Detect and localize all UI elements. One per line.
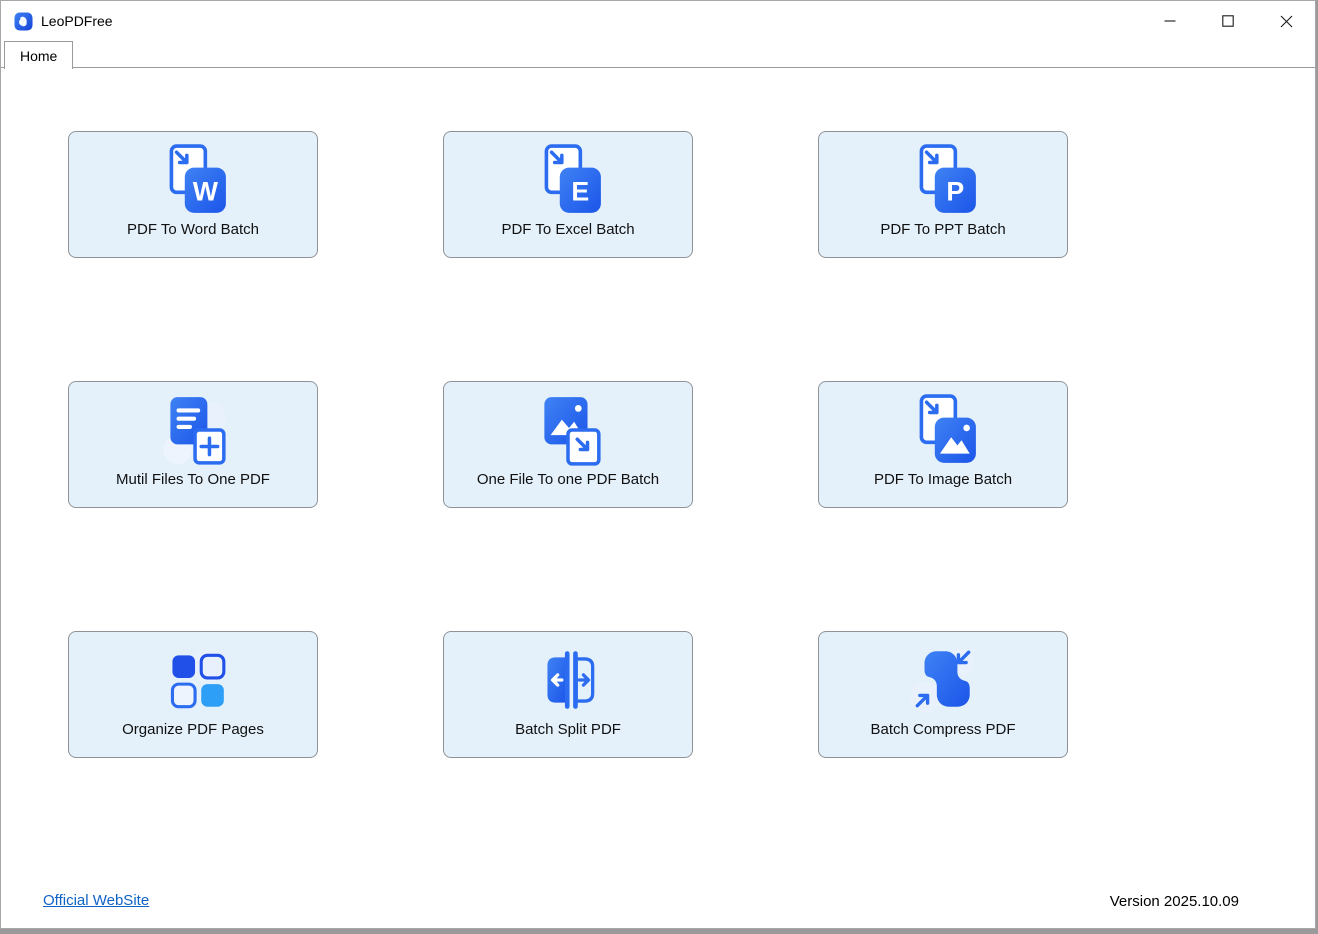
app-window: LeoPDFree Home W PDF To Word Batch E PDF… <box>0 0 1316 929</box>
maximize-button[interactable] <box>1199 1 1257 41</box>
minimize-button[interactable] <box>1141 1 1199 41</box>
svg-text:E: E <box>571 177 589 207</box>
card-label: Organize PDF Pages <box>122 721 264 738</box>
close-icon <box>1280 15 1292 27</box>
card-label: PDF To Excel Batch <box>501 221 635 238</box>
card-label: Mutil Files To One PDF <box>116 471 270 488</box>
card-organize-pdf-pages[interactable]: Organize PDF Pages <box>68 631 318 758</box>
leopdfree-logo-icon <box>14 11 33 31</box>
pdf-to-image-batch-icon <box>919 394 976 463</box>
card-label: PDF To Word Batch <box>127 221 259 238</box>
batch-split-pdf-icon <box>547 651 595 709</box>
pdf-to-word-batch-icon: W <box>169 144 226 213</box>
card-pdf-to-image-batch[interactable]: PDF To Image Batch <box>818 381 1068 508</box>
pdf-to-excel-batch-icon: E <box>544 144 601 213</box>
window-controls <box>1141 1 1315 41</box>
svg-text:P: P <box>946 177 964 207</box>
card-label: PDF To PPT Batch <box>880 221 1006 238</box>
batch-compress-pdf-icon <box>910 649 974 713</box>
maximize-icon <box>1222 15 1234 27</box>
card-label: PDF To Image Batch <box>873 471 1013 488</box>
card-pdf-to-excel-batch[interactable]: E PDF To Excel Batch <box>443 131 693 258</box>
card-pdf-to-word-batch[interactable]: W PDF To Word Batch <box>68 131 318 258</box>
tab-bar: Home <box>1 41 1315 69</box>
minimize-icon <box>1164 20 1176 22</box>
official-website-link[interactable]: Official WebSite <box>43 892 149 909</box>
window-title: LeoPDFree <box>41 13 113 29</box>
card-multi-files-to-one-pdf[interactable]: Mutil Files To One PDF <box>68 381 318 508</box>
one-file-to-one-pdf-batch-icon <box>544 397 601 466</box>
card-label: Batch Compress PDF <box>870 721 1016 738</box>
tab-home-label: Home <box>20 47 58 64</box>
card-one-file-to-one-pdf-batch[interactable]: One File To one PDF Batch <box>443 381 693 508</box>
tab-home[interactable]: Home <box>4 41 74 69</box>
card-label: Batch Split PDF <box>515 721 621 738</box>
version-label: Version 2025.10.09 <box>1109 893 1239 910</box>
card-batch-compress-pdf[interactable]: Batch Compress PDF <box>818 631 1068 758</box>
card-batch-split-pdf[interactable]: Batch Split PDF <box>443 631 693 758</box>
card-label: One File To one PDF Batch <box>476 471 660 488</box>
organize-pdf-pages-icon <box>170 649 226 709</box>
svg-text:W: W <box>193 177 219 207</box>
pdf-to-ppt-batch-icon: P <box>919 144 976 213</box>
close-button[interactable] <box>1257 1 1315 41</box>
title-bar: LeoPDFree <box>1 1 1315 41</box>
card-pdf-to-ppt-batch[interactable]: P PDF To PPT Batch <box>818 131 1068 258</box>
multi-files-to-one-pdf-icon <box>163 397 226 465</box>
